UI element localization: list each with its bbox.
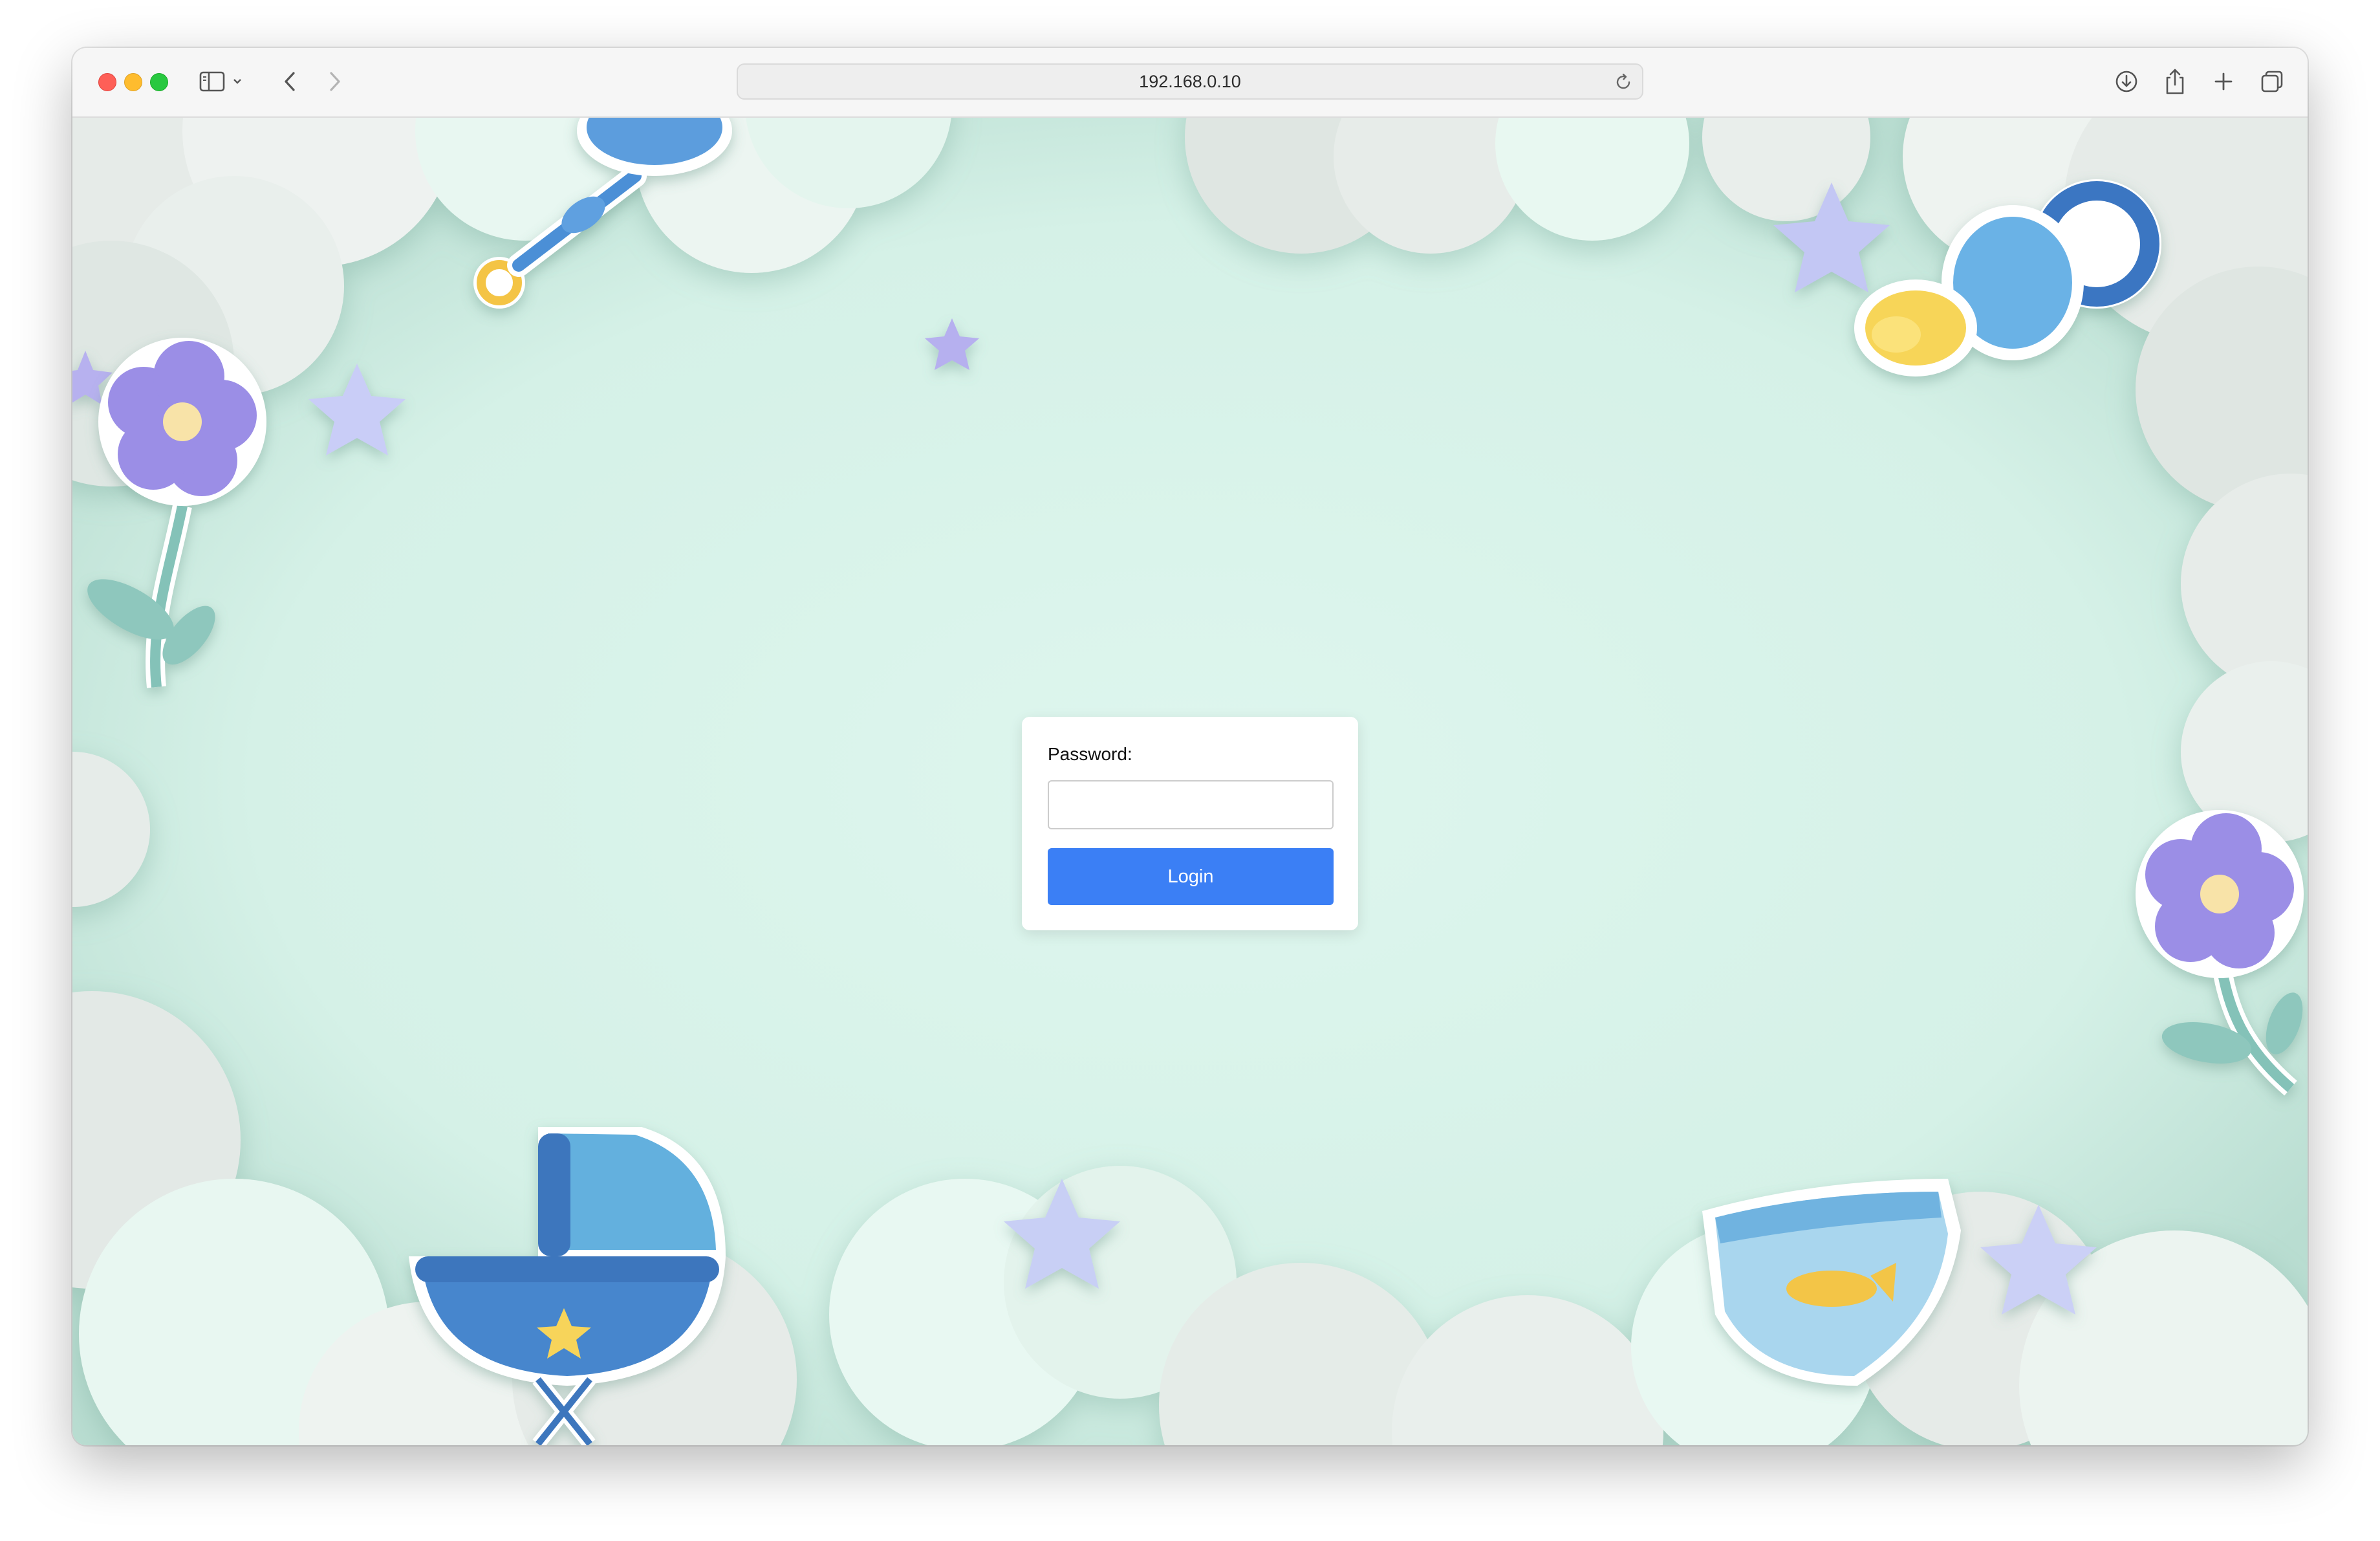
password-input[interactable] xyxy=(1048,780,1334,829)
browser-window: 192.168.0.10 Password: Login xyxy=(72,48,2308,1445)
chevron-down-icon[interactable] xyxy=(228,65,247,98)
page-content: Password: Login xyxy=(72,118,2308,1445)
zoom-window-button[interactable] xyxy=(150,73,168,91)
tab-overview-icon[interactable] xyxy=(2255,65,2289,98)
download-icon[interactable] xyxy=(2110,65,2143,98)
forward-arrow-icon[interactable] xyxy=(318,65,352,98)
close-window-button[interactable] xyxy=(98,73,116,91)
address-text: 192.168.0.10 xyxy=(1139,71,1241,91)
browser-toolbar: 192.168.0.10 xyxy=(72,48,2308,118)
login-button[interactable]: Login xyxy=(1048,848,1334,905)
login-card: Password: Login xyxy=(1022,717,1358,930)
reload-icon[interactable] xyxy=(1612,71,1634,93)
share-icon[interactable] xyxy=(2158,65,2192,98)
address-bar[interactable]: 192.168.0.10 xyxy=(737,63,1643,100)
back-arrow-icon[interactable] xyxy=(273,65,307,98)
minimize-window-button[interactable] xyxy=(124,73,142,91)
plus-icon[interactable] xyxy=(2207,65,2240,98)
sidebar-icon[interactable] xyxy=(195,65,229,98)
password-label: Password: xyxy=(1048,744,1132,764)
